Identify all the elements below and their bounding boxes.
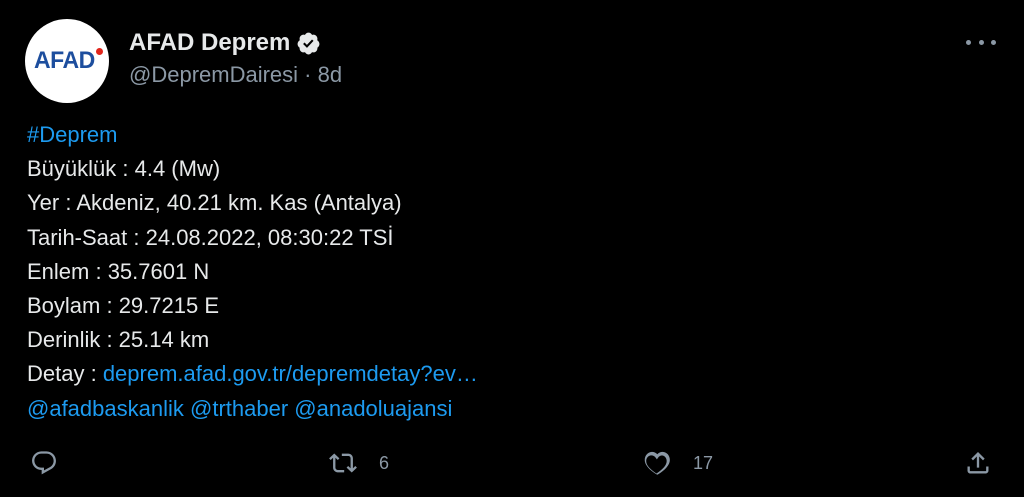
- like-button[interactable]: 17: [643, 448, 713, 478]
- avatar[interactable]: AFAD: [25, 19, 109, 103]
- afad-logo-dot: [96, 48, 103, 55]
- tweet-line-location: Yer : Akdeniz, 40.21 km. Kas (Antalya): [27, 190, 402, 216]
- mention-afadbaskanlik[interactable]: @afadbaskanlik: [27, 396, 184, 421]
- handle[interactable]: @DepremDairesi: [129, 62, 298, 87]
- retweet-icon: [329, 453, 357, 473]
- reply-button[interactable]: [30, 448, 80, 478]
- detail-label: Detay :: [27, 361, 103, 387]
- tweet-line-magnitude: Büyüklük : 4.4 (Mw): [27, 156, 221, 182]
- tweet-text: #Deprem Büyüklük : 4.4 (Mw) Yer : Akdeni…: [27, 118, 478, 426]
- tweet-line-datetime: Tarih-Saat : 24.08.2022, 08:30:22 TSİ: [27, 224, 394, 250]
- author-handle-row: @DepremDairesi · 8d: [129, 62, 342, 88]
- tweet-line-depth: Derinlik : 25.14 km: [27, 327, 210, 353]
- afad-logo-text: AFAD: [34, 47, 95, 74]
- share-icon: [967, 452, 989, 474]
- heart-icon: [644, 451, 670, 475]
- action-bar: 6 17: [0, 448, 1024, 478]
- like-count: 17: [693, 452, 714, 473]
- author-name-row: AFAD Deprem: [129, 27, 321, 59]
- display-name[interactable]: AFAD Deprem: [129, 29, 290, 57]
- tweet-line-longitude: Boylam : 29.7215 E: [27, 292, 220, 318]
- tweet-line-latitude: Enlem : 35.7601 N: [27, 258, 210, 284]
- hashtag-link[interactable]: #Deprem: [27, 122, 117, 147]
- separator-dot: ·: [304, 62, 312, 87]
- mention-trthaber[interactable]: @trthaber: [190, 396, 288, 421]
- verified-badge-icon: [297, 32, 320, 54]
- retweet-button[interactable]: 6: [329, 448, 389, 478]
- detail-link[interactable]: deprem.afad.gov.tr/depremdetay?ev…: [103, 361, 478, 386]
- tweet-card[interactable]: AFAD AFAD Deprem @DepremDairesi · 8d #De…: [0, 0, 1024, 497]
- timestamp[interactable]: 8d: [318, 62, 342, 87]
- more-dots-icon[interactable]: [966, 30, 996, 54]
- mention-anadoluajansi[interactable]: @anadoluajansi: [294, 396, 452, 421]
- reply-icon: [32, 451, 56, 475]
- retweet-count: 6: [379, 452, 390, 473]
- share-button[interactable]: [964, 448, 992, 478]
